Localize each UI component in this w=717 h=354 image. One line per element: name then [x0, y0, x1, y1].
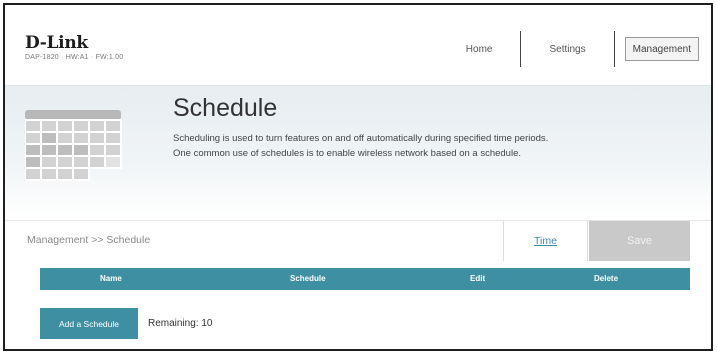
nav-settings[interactable]: Settings [521, 31, 613, 67]
schedule-table-header: Name Schedule Edit Delete [40, 268, 690, 290]
time-link[interactable]: Time [503, 221, 588, 261]
page-description: Scheduling is used to turn features on a… [173, 131, 673, 161]
column-header-schedule: Schedule [290, 274, 326, 283]
breadcrumb: Management >> Schedule [27, 234, 151, 246]
calendar-icon [25, 110, 122, 181]
remaining-count: Remaining: 10 [148, 318, 213, 329]
page-hero: Schedule Scheduling is used to turn feat… [5, 85, 711, 220]
add-schedule-button[interactable]: Add a Schedule [40, 308, 138, 339]
nav-management[interactable]: Management [624, 37, 699, 61]
breadcrumb-bar: Management >> Schedule Time Save [5, 220, 711, 261]
column-header-delete: Delete [594, 274, 619, 283]
save-button[interactable]: Save [589, 221, 690, 261]
description-line-1: Scheduling is used to turn features on a… [173, 133, 549, 144]
top-bar: D-Link DAP-1820 · HW:A1 · FW:1.00 Home S… [5, 5, 711, 85]
dlink-logo: D-Link DAP-1820 · HW:A1 · FW:1.00 [25, 33, 123, 61]
nav-home[interactable]: Home [438, 31, 521, 67]
device-info: DAP-1820 · HW:A1 · FW:1.00 [25, 54, 124, 61]
column-header-name: Name [100, 274, 122, 283]
description-line-2: One common use of schedules is to enable… [173, 148, 522, 159]
nav-divider [613, 31, 615, 67]
router-ui-frame: D-Link DAP-1820 · HW:A1 · FW:1.00 Home S… [3, 3, 713, 351]
page-title: Schedule [173, 94, 278, 122]
logo-wordmark: D-Link [25, 33, 88, 53]
column-header-edit: Edit [470, 274, 486, 283]
main-nav: Home Settings Management [438, 31, 699, 67]
